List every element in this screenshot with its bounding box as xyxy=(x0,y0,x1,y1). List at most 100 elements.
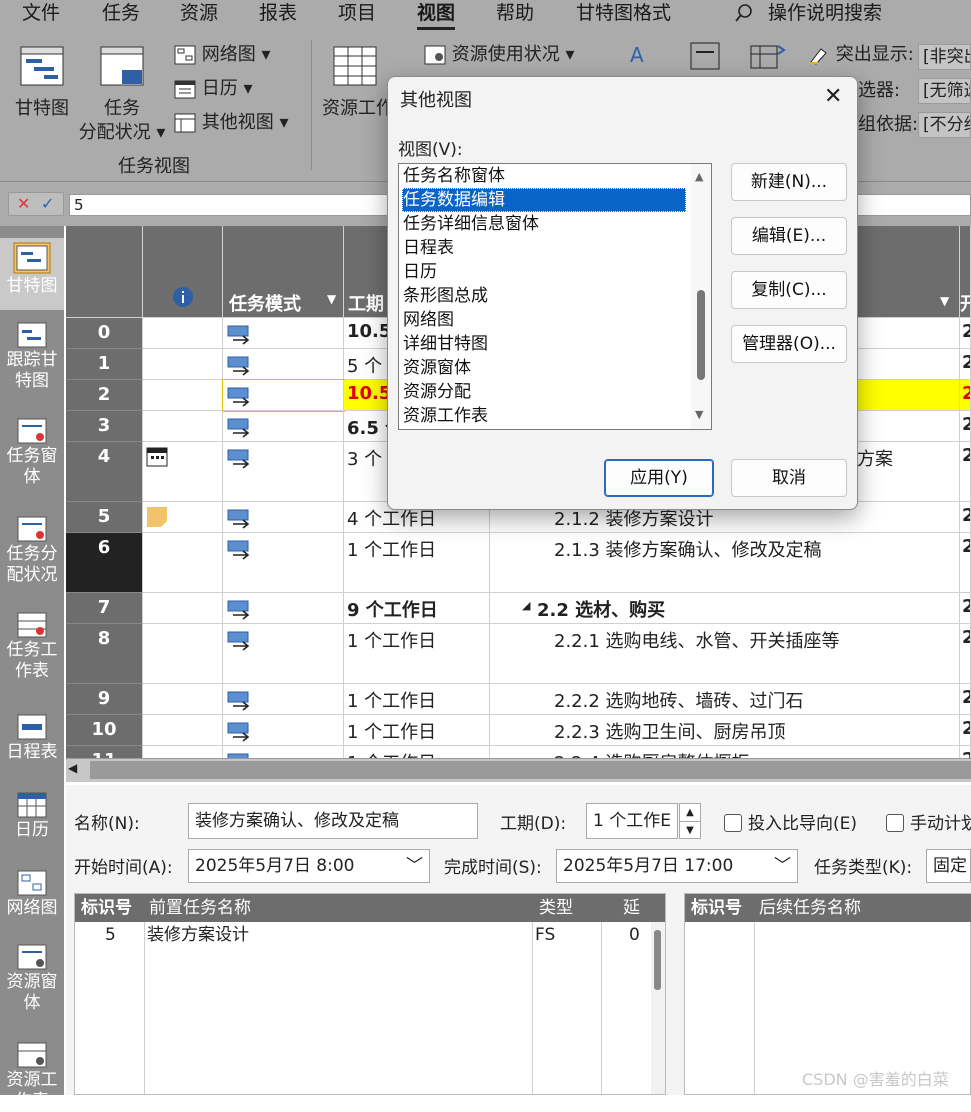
viewbar-gantt[interactable]: 甘特图 xyxy=(0,238,64,310)
indicator-cell[interactable] xyxy=(143,380,223,411)
start-cell[interactable]: 2 xyxy=(960,380,971,411)
pred-scroll-thumb[interactable] xyxy=(654,930,661,990)
filter-select[interactable]: [无筛选 xyxy=(918,78,971,104)
task-mode-cell[interactable] xyxy=(223,318,344,349)
start-cell[interactable]: 2 xyxy=(960,624,971,684)
viewbar-network[interactable]: 网络图 xyxy=(0,870,64,919)
pred-row-lag[interactable]: 0 xyxy=(629,922,640,948)
views-list-item[interactable]: 日程表 xyxy=(402,236,686,260)
start-cell[interactable]: 2 xyxy=(960,746,971,758)
duration-cell[interactable]: 1 个工作日 xyxy=(344,715,490,746)
menu-task[interactable]: 任务 xyxy=(102,0,140,28)
menu-resource[interactable]: 资源 xyxy=(180,0,218,28)
row-header[interactable]: 1 xyxy=(66,349,143,380)
duration-field[interactable]: 1 个工作E xyxy=(586,803,678,839)
pred-scrollbar[interactable] xyxy=(651,922,665,1094)
step-down-icon[interactable]: ▼ xyxy=(680,821,700,839)
views-list-item[interactable]: 详细甘特图 xyxy=(402,332,686,356)
task-mode-cell[interactable] xyxy=(223,624,344,684)
views-list-item[interactable]: 资源工作表 xyxy=(402,404,686,428)
task-name-cell[interactable]: ◢ 2.2 选材、购买 xyxy=(490,593,960,624)
duration-cell[interactable]: 1 个工作日 xyxy=(344,684,490,715)
other-views-button[interactable]: 其他视图 ▾ xyxy=(174,110,289,136)
task-mode-cell[interactable] xyxy=(223,411,344,442)
task-mode-cell[interactable] xyxy=(223,746,344,758)
scroll-left-icon[interactable]: ◀ xyxy=(68,761,77,775)
row-header[interactable]: 5 xyxy=(66,502,143,533)
organizer-button[interactable]: 管理器(O)... xyxy=(731,325,847,363)
pred-row-id[interactable]: 5 xyxy=(105,922,116,948)
start-column-header[interactable]: 开 xyxy=(960,226,971,318)
views-list-item[interactable]: 资源窗体 xyxy=(402,356,686,380)
new-view-button[interactable]: 新建(N)... xyxy=(731,163,847,201)
hscroll-thumb[interactable] xyxy=(90,761,971,779)
indicator-cell[interactable] xyxy=(143,533,223,593)
effort-driven-checkbox[interactable]: 投入比导向(E) xyxy=(724,813,857,835)
menu-help[interactable]: 帮助 xyxy=(496,0,534,28)
start-field[interactable]: 2025年5月7日 8:00 ﹀ xyxy=(188,849,430,883)
resource-sheet-button[interactable]: 资源工作表 xyxy=(322,46,388,121)
indicator-cell[interactable] xyxy=(143,502,223,533)
task-usage-button[interactable]: 任务 分配状况 ▾ xyxy=(76,46,168,145)
row-header[interactable]: 0 xyxy=(66,318,143,349)
finish-field[interactable]: 2025年5月7日 17:00 ﹀ xyxy=(556,849,798,883)
indicator-cell[interactable] xyxy=(143,715,223,746)
viewbar-tracking-gantt[interactable]: 跟踪甘特图 xyxy=(0,322,64,392)
group-by-select[interactable]: [不分组 xyxy=(918,112,971,138)
indicator-cell[interactable] xyxy=(143,442,223,502)
calendar-button[interactable]: 日历 ▾ xyxy=(174,76,253,102)
task-mode-cell[interactable] xyxy=(223,502,344,533)
task-mode-column-header[interactable]: 任务模式 ▼ xyxy=(223,226,344,318)
viewbar-task-sheet[interactable]: 任务工作表 xyxy=(0,612,64,682)
sort-icon[interactable]: A xyxy=(630,42,644,68)
pred-row-type[interactable]: FS xyxy=(535,922,555,948)
pred-row-name[interactable]: 装修方案设计 xyxy=(147,922,249,948)
name-field[interactable]: 装修方案确认、修改及定稿 xyxy=(188,803,478,839)
horizontal-scrollbar[interactable]: ◀ xyxy=(66,758,971,782)
task-mode-cell[interactable] xyxy=(223,593,344,624)
start-cell[interactable]: 2 xyxy=(960,349,971,380)
views-list[interactable]: 任务名称窗体 任务数据编辑 任务详细信息窗体 日程表 日历 条形图总成 网络图 详细甘特图 资源… xyxy=(398,163,712,430)
close-icon[interactable]: ✕ xyxy=(824,83,842,111)
scroll-down-icon[interactable]: ▼ xyxy=(695,408,703,421)
views-list-item[interactable]: 网络图 xyxy=(402,308,686,332)
menu-file[interactable]: 文件 xyxy=(22,0,60,28)
views-list-scrollbar[interactable]: ▲ ▼ xyxy=(691,164,711,429)
duration-stepper[interactable]: ▲ ▼ xyxy=(679,803,701,839)
row-header[interactable]: 7 xyxy=(66,593,143,624)
views-list-item[interactable]: 任务名称窗体 xyxy=(402,164,686,188)
search-box[interactable]: 操作说明搜索 xyxy=(734,0,882,28)
row-header[interactable]: 10 xyxy=(66,715,143,746)
menu-gantt-format[interactable]: 甘特图格式 xyxy=(576,0,671,28)
indicator-cell[interactable] xyxy=(143,349,223,380)
start-cell[interactable]: 2 xyxy=(960,442,971,502)
row-header[interactable]: 2 xyxy=(66,380,143,411)
views-list-item[interactable]: 条形图总成 xyxy=(402,284,686,308)
table-icon[interactable] xyxy=(750,42,786,69)
task-name-cell[interactable]: 2.2.2 选购地砖、墙砖、过门石 xyxy=(490,684,960,715)
indicator-cell[interactable] xyxy=(143,593,223,624)
viewbar-resource-form[interactable]: 资源窗体 xyxy=(0,944,64,1014)
duration-cell[interactable]: 1 个工作日 xyxy=(344,624,490,684)
cancel-entry-icon[interactable]: ✕ xyxy=(17,194,30,213)
views-list-item[interactable]: 任务详细信息窗体 xyxy=(402,212,686,236)
views-list-item[interactable]: 日历 xyxy=(402,260,686,284)
task-mode-cell[interactable] xyxy=(223,684,344,715)
edit-view-button[interactable]: 编辑(E)... xyxy=(731,217,847,255)
start-cell[interactable]: 2 xyxy=(960,411,971,442)
indicator-cell[interactable] xyxy=(143,411,223,442)
start-cell[interactable]: 2 xyxy=(960,684,971,715)
task-name-cell[interactable]: 2.2.4 选购厨房整体橱柜 xyxy=(490,746,960,758)
start-cell[interactable]: 2 xyxy=(960,533,971,593)
row-header[interactable]: 6 xyxy=(66,533,143,593)
indicator-cell[interactable] xyxy=(143,624,223,684)
start-cell[interactable]: 2 xyxy=(960,593,971,624)
indicator-cell[interactable] xyxy=(143,684,223,715)
viewbar-resource-sheet[interactable]: 资源工作表 xyxy=(0,1042,64,1112)
copy-view-button[interactable]: 复制(C)... xyxy=(731,271,847,309)
viewbar-task-form[interactable]: 任务窗体 xyxy=(0,418,64,488)
gantt-chart-button[interactable]: 甘特图 xyxy=(6,46,78,121)
scroll-thumb[interactable] xyxy=(697,290,705,380)
views-list-item[interactable]: 任务数据编辑 xyxy=(402,188,686,212)
task-name-cell[interactable]: 2.2.1 选购电线、水管、开关插座等 xyxy=(490,624,960,684)
